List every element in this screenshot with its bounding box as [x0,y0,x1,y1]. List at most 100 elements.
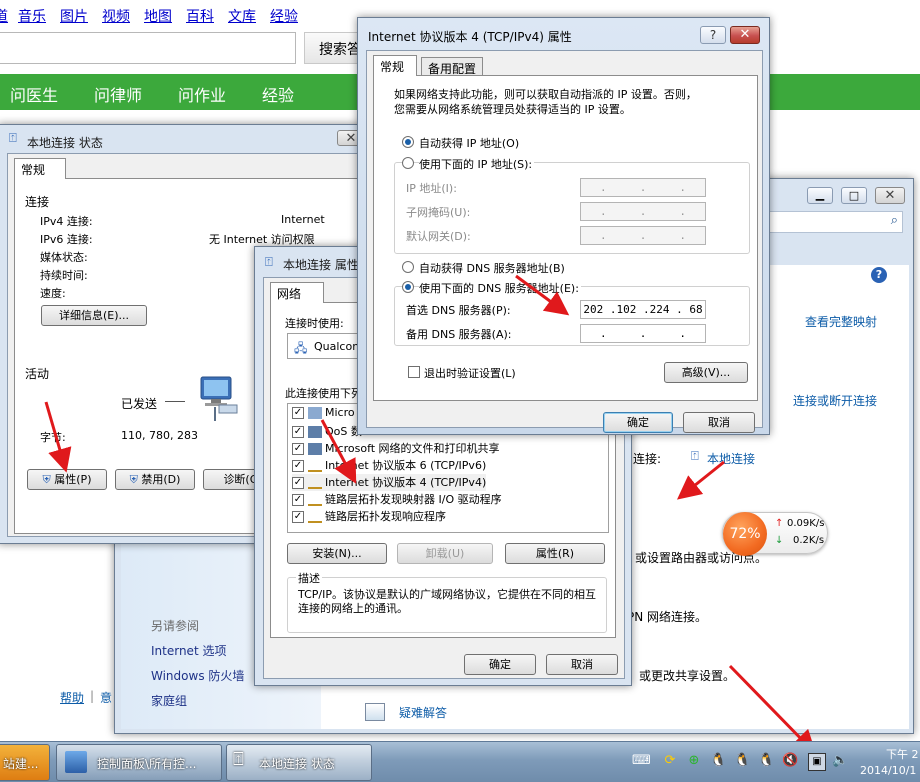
status-properties-button[interactable]: ⛨ 属性(P) [27,469,107,490]
help-link-cut[interactable]: 意 [100,689,112,706]
advanced-button[interactable]: 高级(V)... [664,362,748,383]
preferred-dns-field[interactable]: 202 .102 .224 . 68 [580,300,706,319]
nav-link-images[interactable]: 图片 [60,6,88,26]
properties-cancel-button[interactable]: 取消 [546,654,618,675]
see-also-firewall[interactable]: Windows 防火墙 [151,667,244,684]
nav-link-wenku[interactable]: 文库 [228,6,256,26]
see-also-homegroup[interactable]: 家庭组 [151,692,187,709]
list-item-ipv6[interactable]: ✓ Internet 协议版本 6 (TCP/IPv6) [292,457,486,474]
ipv4-close-button[interactable]: ✕ [730,26,760,44]
file-sharing-icon [308,443,322,455]
status-properties-label: 属性(P) [54,473,92,486]
clock-date[interactable]: 2014/10/1 [860,764,916,777]
checkbox-lltd-responder[interactable]: ✓ [292,511,304,523]
control-panel-minimize-button[interactable]: ▁ [807,187,833,204]
tab-alternate-config[interactable]: 备用配置 [421,57,483,76]
link-view-full-map[interactable]: 查看完整映射 [805,313,877,330]
add-icon[interactable]: ⊕ [686,753,702,769]
taskbar-item-local-connection[interactable]: ⍐ 本地连接 状态 [226,744,372,781]
ipv4-help-button[interactable]: ? [700,26,726,44]
search-input[interactable] [0,32,296,64]
download-arrow-icon: ↓ [775,535,784,546]
nav-link-map[interactable]: 地图 [144,6,172,26]
see-also-internet-options[interactable]: Internet 选项 [151,642,226,659]
list-item-ipv4[interactable]: ✓ Internet 协议版本 4 (TCP/IPv4) [292,474,487,491]
help-icon[interactable]: ? [871,267,887,283]
sent-line [165,401,185,402]
checkbox-lltd-mapper[interactable]: ✓ [292,494,304,506]
nav-link-jingyan[interactable]: 经验 [270,6,298,26]
help-link[interactable]: 帮助 [60,689,84,706]
clock-time[interactable]: 下午 2 [886,746,919,762]
checkbox-file-sharing[interactable]: ✓ [292,443,304,455]
list-item-qos[interactable]: ✓ QoS 数 [292,423,362,440]
disable-button[interactable]: ⛨ 禁用(D) [115,469,195,490]
upload-speed: 0.09K/s [787,518,825,529]
taskbar-item-label: 本地连接 状态 [259,757,335,771]
list-item-file-sharing[interactable]: ✓ Microsoft 网络的文件和打印机共享 [292,440,500,457]
install-button[interactable]: 安装(N)... [287,543,387,564]
qq-icon[interactable]: 🐧 [758,753,774,769]
menu-ask-lawyer[interactable]: 问律师 [94,82,142,106]
link-connect-disconnect[interactable]: 连接或断开连接 [793,392,877,409]
nav-link-cut[interactable]: 道 [0,6,8,26]
control-panel-search-box[interactable]: ⌕ [755,211,903,233]
ipv4-cancel-button[interactable]: 取消 [683,412,755,433]
keyboard-icon[interactable]: ⌨ [632,753,651,769]
menu-ask-doctor[interactable]: 问医生 [10,82,58,106]
access-type-label: 连接: [633,452,662,466]
checkbox-ipv6[interactable]: ✓ [292,460,304,472]
taskbar-item-label: 站建... [3,757,39,771]
uninstall-button[interactable]: 卸载(U) [397,543,493,564]
checkbox-qos[interactable]: ✓ [292,426,304,438]
refresh-icon[interactable]: ⟳ [662,753,678,769]
checkbox-ipv4[interactable]: ✓ [292,477,304,489]
ipv4-value: Internet [281,213,325,226]
taskbar-item-website[interactable]: 站建... [0,744,50,781]
network-tray-icon[interactable]: ▣ [808,753,826,771]
list-item-client[interactable]: ✓ Micro [292,406,355,423]
properties-ok-button[interactable]: 确定 [464,654,536,675]
tab-network[interactable]: 网络 [270,282,324,303]
ipv4-window-body: 常规 备用配置 如果网络支持此功能，则可以获取自动指派的 IP 设置。否则， 您… [366,50,763,433]
list-item-lltd-mapper[interactable]: ✓ 链路层拓扑发现映射器 I/O 驱动程序 [292,491,502,508]
tab-general[interactable]: 常规 [373,55,417,76]
details-button[interactable]: 详细信息(E)... [41,305,147,326]
qq-icon[interactable]: 🐧 [710,753,726,769]
taskbar-item-control-panel[interactable]: 控制面板\所有控... [56,744,222,781]
list-item-lltd-responder[interactable]: ✓ 链路层拓扑发现响应程序 [292,508,446,525]
menu-ask-homework[interactable]: 问作业 [178,82,226,106]
volume-icon[interactable]: 🔈 [832,753,848,769]
alternate-dns-field[interactable]: . . . [580,324,706,343]
radio-auto-dns[interactable] [402,261,414,273]
menu-experience[interactable]: 经验 [262,82,294,106]
checkbox-validate-on-exit[interactable] [408,366,420,378]
network-client-icon [308,407,322,419]
speaker-muted-icon[interactable]: 🔇 [782,753,798,769]
control-panel-maximize-button[interactable]: □ [841,187,867,204]
nav-link-music[interactable]: 音乐 [18,6,46,26]
list-item-label: Micro [325,406,355,419]
radio-auto-ip[interactable] [402,136,414,148]
subnet-mask-field[interactable]: . . . [580,202,706,221]
link-troubleshoot[interactable]: 疑难解答 [399,704,447,721]
network-status-icon: ⍐ [9,131,17,146]
ipv4-ok-button[interactable]: 确定 [603,412,673,433]
control-panel-close-button[interactable]: ✕ [875,187,905,204]
nav-link-baike[interactable]: 百科 [186,6,214,26]
qq-icon[interactable]: 🐧 [734,753,750,769]
radio-use-ip[interactable] [402,157,414,169]
tab-general-status[interactable]: 常规 [14,158,66,179]
disable-label: 禁用(D) [141,473,181,486]
uac-shield-icon: ⛨ [42,473,51,486]
ipv6-value: 无 Internet 访问权限 [209,233,315,246]
item-properties-button[interactable]: 属性(R) [505,543,605,564]
network-adapter-icon: ⍐ [233,749,244,770]
nav-link-video[interactable]: 视频 [102,6,130,26]
radio-use-dns[interactable] [402,281,414,293]
link-local-connection[interactable]: 本地连接 [707,450,755,467]
checkbox-client[interactable]: ✓ [292,407,304,419]
gateway-field[interactable]: . . . [580,226,706,245]
ip-address-field[interactable]: . . . [580,178,706,197]
speed-widget[interactable]: 72% ↑ 0.09K/s ↓ 0.2K/s [722,512,828,556]
